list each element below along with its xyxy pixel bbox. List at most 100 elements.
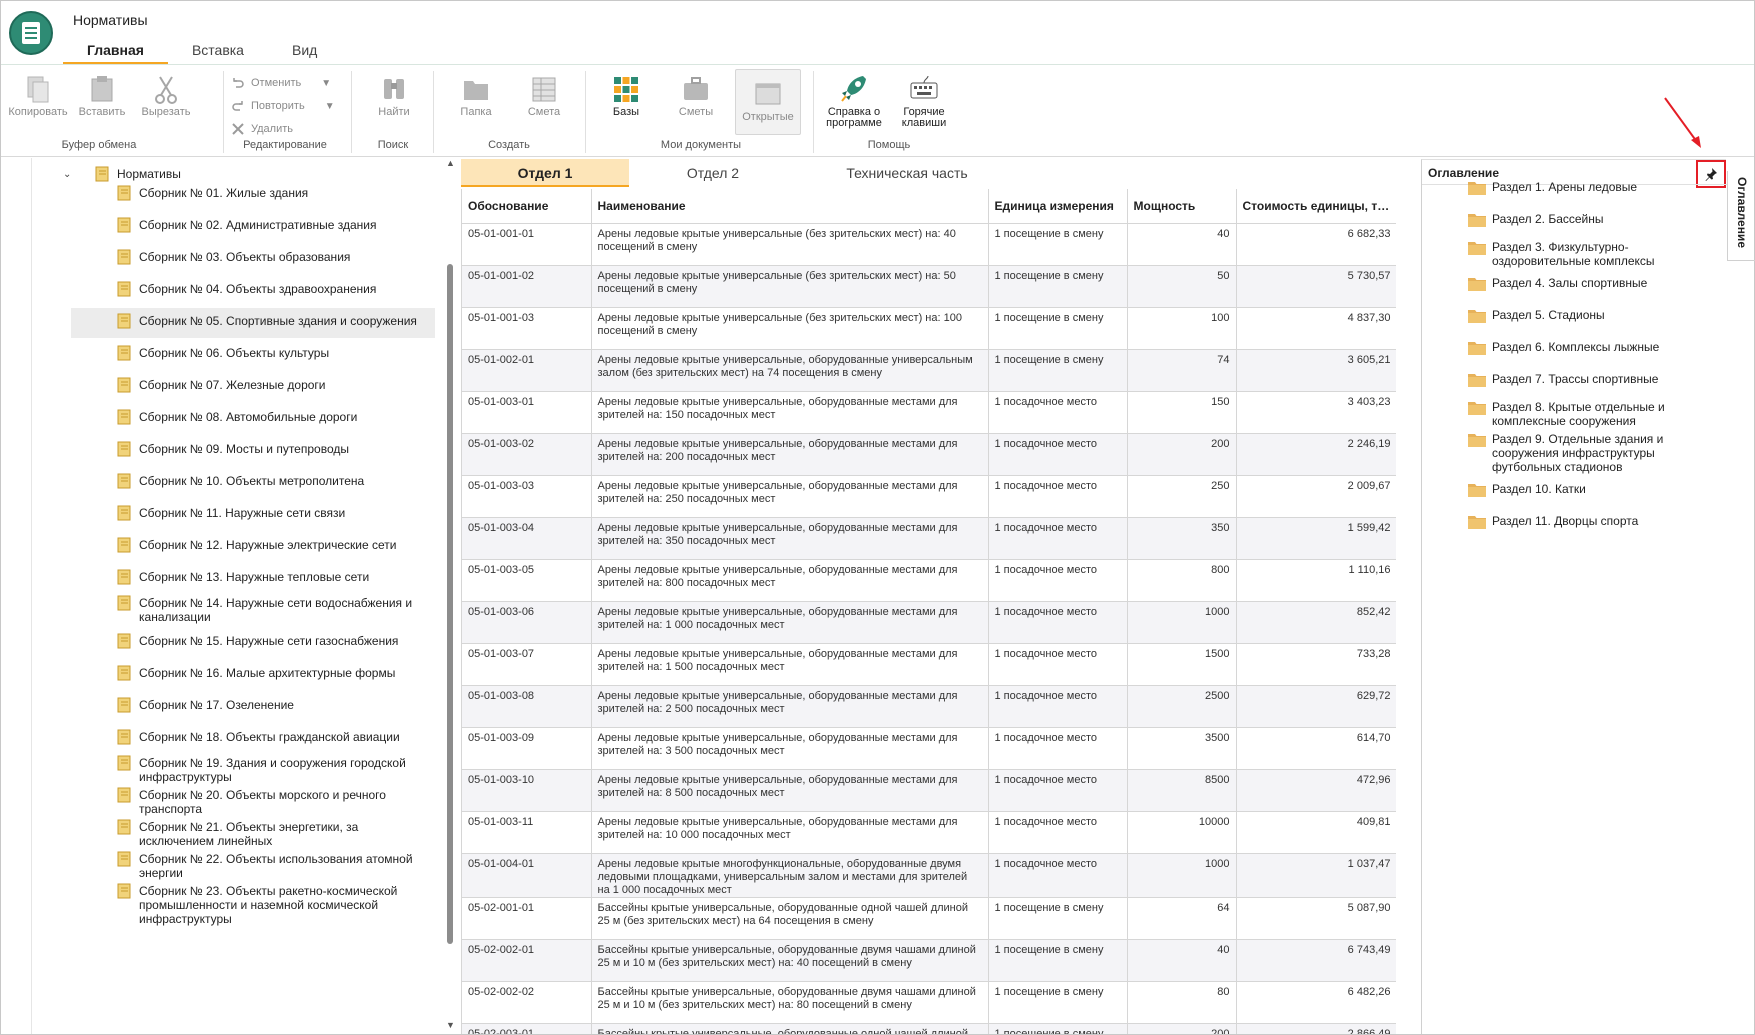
table-cell[interactable]: Арены ледовые крытые универсальные, обор… [591, 727, 989, 770]
estimate-button[interactable]: Смета [511, 73, 577, 129]
table-cell[interactable]: 05-02-002-01 [462, 939, 592, 982]
toc-item[interactable]: Раздел 8. Крытые отдельные и комплексные… [1468, 400, 1718, 428]
table-row[interactable]: 05-02-002-02 Бассейны крытые универсальны… [462, 981, 1396, 1024]
table-row[interactable]: 05-02-003-01 Бассейны крытые универсальны… [462, 1023, 1396, 1034]
table-cell[interactable]: Арены ледовые крытые универсальные, обор… [591, 391, 989, 434]
table-cell[interactable]: 1 посадочное место [988, 517, 1128, 560]
delete-button[interactable]: Удалить [231, 119, 293, 139]
table-row[interactable]: 05-01-003-11 Арены ледовые крытые универс… [462, 811, 1396, 854]
table-cell[interactable]: 1 посещение в смену [988, 1023, 1128, 1034]
table-row[interactable]: 05-01-003-03 Арены ледовые крытые универс… [462, 475, 1396, 518]
table-cell[interactable]: 1 посадочное место [988, 559, 1128, 602]
tree-item[interactable]: Сборник № 02. Административные здания [71, 212, 435, 238]
table-cell[interactable]: 472,96 [1236, 769, 1396, 812]
table-cell[interactable]: 05-01-002-01 [462, 349, 592, 392]
tree-item[interactable]: Сборник № 21. Объекты энергетики, за иск… [71, 814, 435, 848]
table-cell[interactable]: Арены ледовые крытые универсальные, обор… [591, 601, 989, 644]
tree-scrollbar[interactable]: ▲ ▼ [445, 158, 455, 1034]
table-cell[interactable]: 852,42 [1236, 601, 1396, 644]
table-cell[interactable]: 614,70 [1236, 727, 1396, 770]
table-cell[interactable]: Арены ледовые крытые универсальные, обор… [591, 811, 989, 854]
tree-item[interactable]: Сборник № 13. Наружные тепловые сети [71, 564, 435, 590]
table-row[interactable]: 05-01-001-03 Арены ледовые крытые универс… [462, 307, 1396, 350]
tree-item[interactable]: Сборник № 04. Объекты здравоохранения [71, 276, 435, 302]
table-cell[interactable]: 1 посадочное место [988, 853, 1128, 898]
table-cell[interactable]: 05-01-003-08 [462, 685, 592, 728]
table-cell[interactable]: 05-01-001-03 [462, 307, 592, 350]
estimates-button[interactable]: Сметы [663, 73, 729, 129]
table-cell[interactable]: 50 [1127, 265, 1237, 308]
tree-item[interactable]: Сборник № 12. Наружные электрические сет… [71, 532, 435, 558]
table-cell[interactable]: 5 087,90 [1236, 897, 1396, 940]
table-cell[interactable]: Арены ледовые крытые универсальные, обор… [591, 517, 989, 560]
table-cell[interactable]: 1 037,47 [1236, 853, 1396, 898]
table-row[interactable]: 05-01-003-04 Арены ледовые крытые универс… [462, 517, 1396, 560]
tab-section-1[interactable]: Отдел 1 [461, 159, 629, 187]
toc-item[interactable]: Раздел 10. Катки [1468, 482, 1718, 497]
table-cell[interactable]: 200 [1127, 1023, 1237, 1034]
table-cell[interactable]: 4 837,30 [1236, 307, 1396, 350]
copy-button[interactable]: Копировать [5, 73, 71, 129]
chevron-down-icon[interactable]: ⌄ [63, 169, 75, 180]
toc-item[interactable]: Раздел 1. Арены ледовые [1468, 180, 1718, 195]
table-cell[interactable]: 1 посещение в смену [988, 897, 1128, 940]
tree-item[interactable]: Сборник № 14. Наружные сети водоснабжени… [71, 590, 435, 624]
table-cell[interactable]: 150 [1127, 391, 1237, 434]
table-cell[interactable]: 05-01-001-02 [462, 265, 592, 308]
table-cell[interactable]: 05-02-003-01 [462, 1023, 592, 1034]
tab-technical-part[interactable]: Техническая часть [797, 159, 1017, 187]
table-cell[interactable]: 1 посещение в смену [988, 223, 1128, 266]
table-cell[interactable]: 3 403,23 [1236, 391, 1396, 434]
table-row[interactable]: 05-01-002-01 Арены ледовые крытые универс… [462, 349, 1396, 392]
table-cell[interactable]: Арены ледовые крытые универсальные, обор… [591, 475, 989, 518]
table-cell[interactable]: 40 [1127, 223, 1237, 266]
opened-button[interactable]: Открытые [735, 69, 801, 135]
table-cell[interactable]: 1 посещение в смену [988, 939, 1128, 982]
tree-item[interactable]: Сборник № 18. Объекты гражданской авиаци… [71, 724, 435, 750]
find-button[interactable]: Найти [361, 73, 427, 129]
folder-button[interactable]: Папка [443, 73, 509, 129]
about-button[interactable]: Справка о программе [819, 73, 889, 129]
table-cell[interactable]: 1500 [1127, 643, 1237, 686]
column-header-unit-cost[interactable]: Стоимость единицы, ты… [1236, 189, 1396, 224]
table-cell[interactable]: 05-01-004-01 [462, 853, 592, 898]
tree-item[interactable]: Сборник № 11. Наружные сети связи [71, 500, 435, 526]
table-cell[interactable]: 10000 [1127, 811, 1237, 854]
table-cell[interactable]: 6 743,49 [1236, 939, 1396, 982]
undo-dropdown-icon[interactable]: ▼ [321, 78, 331, 89]
table-row[interactable]: 05-01-003-07 Арены ледовые крытые универс… [462, 643, 1396, 686]
table-cell[interactable]: 05-01-003-07 [462, 643, 592, 686]
table-cell[interactable]: 1 посадочное место [988, 391, 1128, 434]
column-header-capacity[interactable]: Мощность [1127, 189, 1237, 224]
tree-item[interactable]: Сборник № 23. Объекты ракетно-космическо… [71, 878, 435, 926]
table-row[interactable]: 05-01-003-10 Арены ледовые крытые универс… [462, 769, 1396, 812]
scrollbar-thumb[interactable] [447, 264, 453, 944]
table-cell[interactable]: 733,28 [1236, 643, 1396, 686]
table-cell[interactable]: Бассейны крытые универсальные, оборудова… [591, 939, 989, 982]
tab-insert[interactable]: Вставка [168, 37, 268, 65]
table-cell[interactable]: 1 посадочное место [988, 643, 1128, 686]
tree-item[interactable]: Сборник № 17. Озеленение [71, 692, 435, 718]
tree-item[interactable]: Сборник № 16. Малые архитектурные формы [71, 660, 435, 686]
tab-view[interactable]: Вид [268, 37, 341, 65]
table-cell[interactable]: 2 866,49 [1236, 1023, 1396, 1034]
table-cell[interactable]: 200 [1127, 433, 1237, 476]
table-cell[interactable]: 64 [1127, 897, 1237, 940]
tree-item[interactable]: Сборник № 15. Наружные сети газоснабжени… [71, 628, 435, 654]
table-cell[interactable]: 05-01-003-01 [462, 391, 592, 434]
table-cell[interactable]: 1 посещение в смену [988, 349, 1128, 392]
table-cell[interactable]: 05-01-003-11 [462, 811, 592, 854]
table-row[interactable]: 05-01-003-06 Арены ледовые крытые универс… [462, 601, 1396, 644]
table-cell[interactable]: 05-01-003-06 [462, 601, 592, 644]
table-cell[interactable]: Арены ледовые крытые универсальные, обор… [591, 769, 989, 812]
table-cell[interactable]: 1 посадочное место [988, 433, 1128, 476]
table-cell[interactable]: Арены ледовые крытые универсальные, обор… [591, 643, 989, 686]
table-cell[interactable]: Арены ледовые крытые универсальные, обор… [591, 433, 989, 476]
toc-item[interactable]: Раздел 3. Физкультурно-оздоровительные к… [1468, 240, 1718, 268]
column-header-basis[interactable]: Обоснование [462, 189, 592, 224]
cut-button[interactable]: Вырезать [133, 73, 199, 129]
table-cell[interactable]: 05-01-003-09 [462, 727, 592, 770]
table-cell[interactable]: 1 599,42 [1236, 517, 1396, 560]
table-row[interactable]: 05-01-004-01 Арены ледовые крытые многофу… [462, 853, 1396, 898]
table-cell[interactable]: 629,72 [1236, 685, 1396, 728]
